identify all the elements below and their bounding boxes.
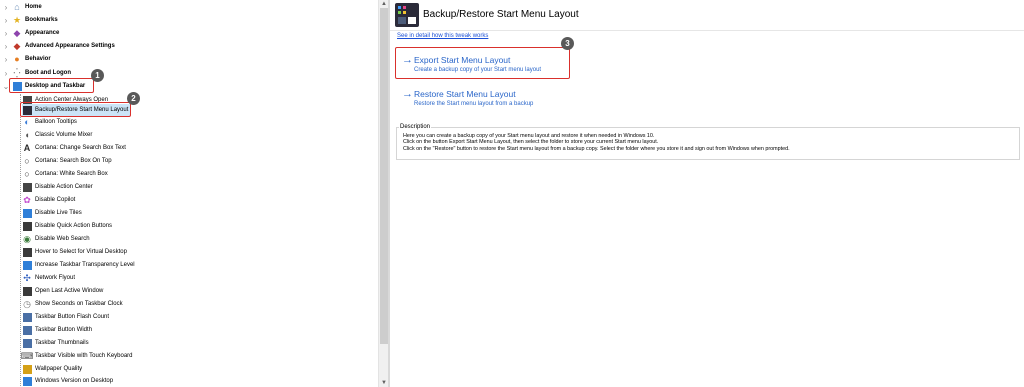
window-icon	[22, 286, 32, 296]
tree-item-show-seconds[interactable]: ◷ Show Seconds on Taskbar Clock	[22, 298, 123, 310]
tree-item-cortana-search-top[interactable]: ○ Cortana: Search Box On Top	[22, 155, 111, 167]
appearance-icon: ◆	[13, 28, 21, 38]
expand-arrow-icon[interactable]: ›	[2, 42, 10, 51]
step-badge-1: 1	[91, 69, 104, 82]
clock-icon: ◷	[23, 299, 31, 309]
taskbar-icon	[22, 260, 32, 270]
expand-arrow-icon[interactable]: ›	[2, 3, 10, 12]
highlight-box-3	[395, 47, 570, 79]
tree-item-disable-live-tiles[interactable]: Disable Live Tiles	[22, 207, 82, 219]
keyboard-icon: ⌨	[20, 351, 34, 361]
boot-icon: ⁛	[13, 68, 21, 78]
advanced-appearance-icon: ◆	[13, 41, 21, 51]
expand-arrow-icon[interactable]: ›	[2, 69, 10, 78]
tree-item-cortana-change-text[interactable]: A Cortana: Change Search Box Text	[22, 142, 126, 154]
tree-item-balloon-tooltips[interactable]: ◐ Balloon Tooltips	[22, 116, 77, 128]
tiles-icon	[22, 208, 32, 218]
description-group: Description Here you can create a backup…	[396, 124, 1020, 160]
taskbar-icon	[22, 312, 32, 322]
tree-item-touch-keyboard[interactable]: ⌨ Taskbar Visible with Touch Keyboard	[20, 350, 133, 362]
tweak-header: Backup/Restore Start Menu Layout	[390, 0, 1024, 31]
step-badge-3: 3	[561, 37, 574, 50]
tree-guide-line	[20, 94, 21, 386]
scroll-down-icon[interactable]: ▼	[380, 379, 388, 387]
volume-icon: ◖	[24, 130, 30, 140]
thumbnails-icon	[22, 338, 32, 348]
action-center-icon	[22, 182, 32, 192]
step-badge-2: 2	[127, 92, 140, 105]
tree-item-open-last-window[interactable]: Open Last Active Window	[22, 285, 103, 297]
tree-item-disable-web-search[interactable]: ◉ Disable Web Search	[22, 233, 90, 245]
windows-version-icon	[22, 376, 32, 386]
expand-arrow-icon[interactable]: ›	[2, 29, 10, 38]
tree-item-disable-action-center[interactable]: Disable Action Center	[22, 181, 93, 193]
arrow-right-icon: →	[402, 88, 413, 100]
highlight-box-2	[20, 102, 131, 117]
scroll-up-icon[interactable]: ▲	[380, 0, 388, 8]
home-icon: ⌂	[14, 2, 20, 12]
tree-item-button-width[interactable]: Taskbar Button Width	[22, 324, 92, 336]
tree-item-behavior[interactable]: › ● Behavior	[2, 53, 51, 65]
tree-item-network-flyout[interactable]: ✣ Network Flyout	[22, 272, 75, 284]
description-legend: Description	[399, 124, 432, 130]
quick-action-icon	[22, 221, 32, 231]
cortana-icon: ○	[24, 169, 30, 179]
tree-item-taskbar-thumbnails[interactable]: Taskbar Thumbnails	[22, 337, 89, 349]
tree-item-cortana-white-search[interactable]: ○ Cortana: White Search Box	[22, 168, 107, 180]
web-search-icon: ◉	[23, 234, 31, 244]
tree-item-classic-volume-mixer[interactable]: ◖ Classic Volume Mixer	[22, 129, 92, 141]
network-icon: ✣	[23, 273, 31, 283]
tree-item-bookmarks[interactable]: › ★ Bookmarks	[2, 14, 58, 26]
navigation-tree[interactable]: › ⌂ Home › ★ Bookmarks › ◆ Appearance › …	[0, 0, 378, 387]
highlight-box-1	[9, 78, 94, 93]
balloon-icon: ◐	[24, 117, 30, 127]
start-menu-icon	[395, 3, 419, 27]
expand-arrow-icon[interactable]: ›	[2, 55, 10, 64]
page-title: Backup/Restore Start Menu Layout	[423, 9, 579, 20]
tree-item-advanced-appearance[interactable]: › ◆ Advanced Appearance Settings	[2, 40, 115, 52]
details-link[interactable]: See in detail how this tweak works	[397, 33, 488, 39]
tree-item-home[interactable]: › ⌂ Home	[2, 1, 42, 13]
copilot-icon: ✿	[23, 195, 31, 205]
tree-item-flash-count[interactable]: Taskbar Button Flash Count	[22, 311, 109, 323]
tree-item-wallpaper-quality[interactable]: Wallpaper Quality	[22, 363, 82, 375]
description-text: Here you can create a backup copy of you…	[403, 133, 790, 152]
taskbar-icon	[22, 325, 32, 335]
cortana-icon: ○	[24, 156, 30, 166]
expand-arrow-icon[interactable]: ›	[2, 16, 10, 25]
tree-item-disable-copilot[interactable]: ✿ Disable Copilot	[22, 194, 75, 206]
content-pane: Backup/Restore Start Menu Layout See in …	[390, 0, 1024, 387]
tree-item-disable-quick-action[interactable]: Disable Quick Action Buttons	[22, 220, 112, 232]
text-icon: A	[23, 143, 31, 153]
virtual-desktop-icon	[22, 247, 32, 257]
scrollbar-thumb[interactable]	[380, 8, 388, 344]
tree-item-taskbar-transparency[interactable]: Increase Taskbar Transparency Level	[22, 259, 135, 271]
wallpaper-icon	[22, 364, 32, 374]
tree-item-hover-virtual-desktop[interactable]: Hover to Select for Virtual Desktop	[22, 246, 127, 258]
behavior-icon: ●	[14, 54, 20, 64]
tree-item-appearance[interactable]: › ◆ Appearance	[2, 27, 60, 39]
star-icon: ★	[12, 15, 22, 25]
tree-item-windows-version[interactable]: Windows Version on Desktop	[22, 375, 113, 387]
